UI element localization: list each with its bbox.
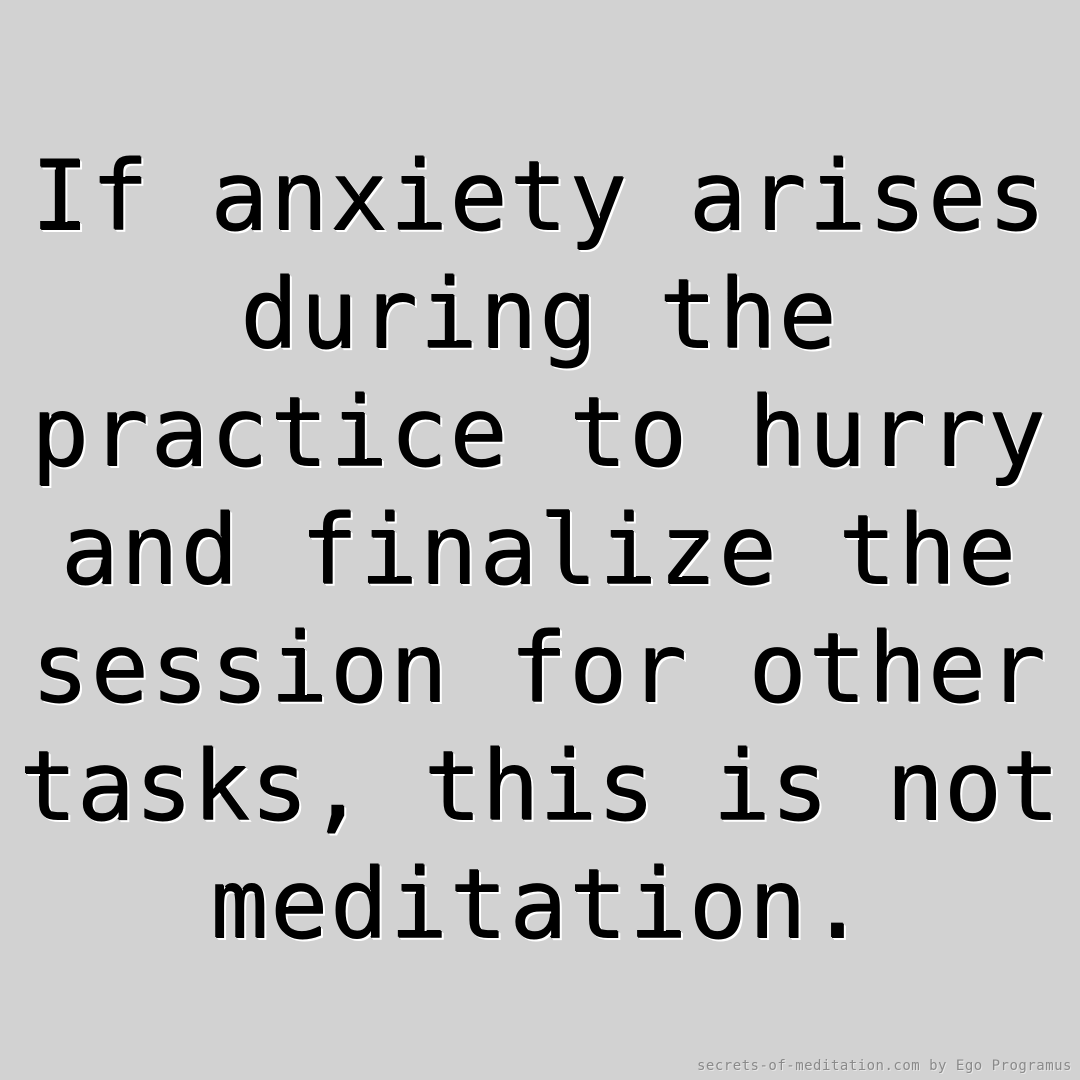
quote-line-7: meditation. bbox=[211, 849, 869, 961]
site-credit: secrets-of-meditation.com by Ego Program… bbox=[696, 1058, 1072, 1074]
quote-line-2: during the bbox=[241, 259, 839, 371]
quote-line-5: session for other bbox=[31, 613, 1049, 725]
meditation-quote: If anxiety arises during the practice to… bbox=[0, 138, 1080, 964]
quote-line-1: If anxiety arises bbox=[31, 141, 1049, 253]
quote-line-3: practice to hurry bbox=[31, 377, 1049, 489]
quote-line-6: tasks, this is not bbox=[19, 731, 1061, 843]
quote-line-4: and finalize the bbox=[61, 495, 1019, 607]
